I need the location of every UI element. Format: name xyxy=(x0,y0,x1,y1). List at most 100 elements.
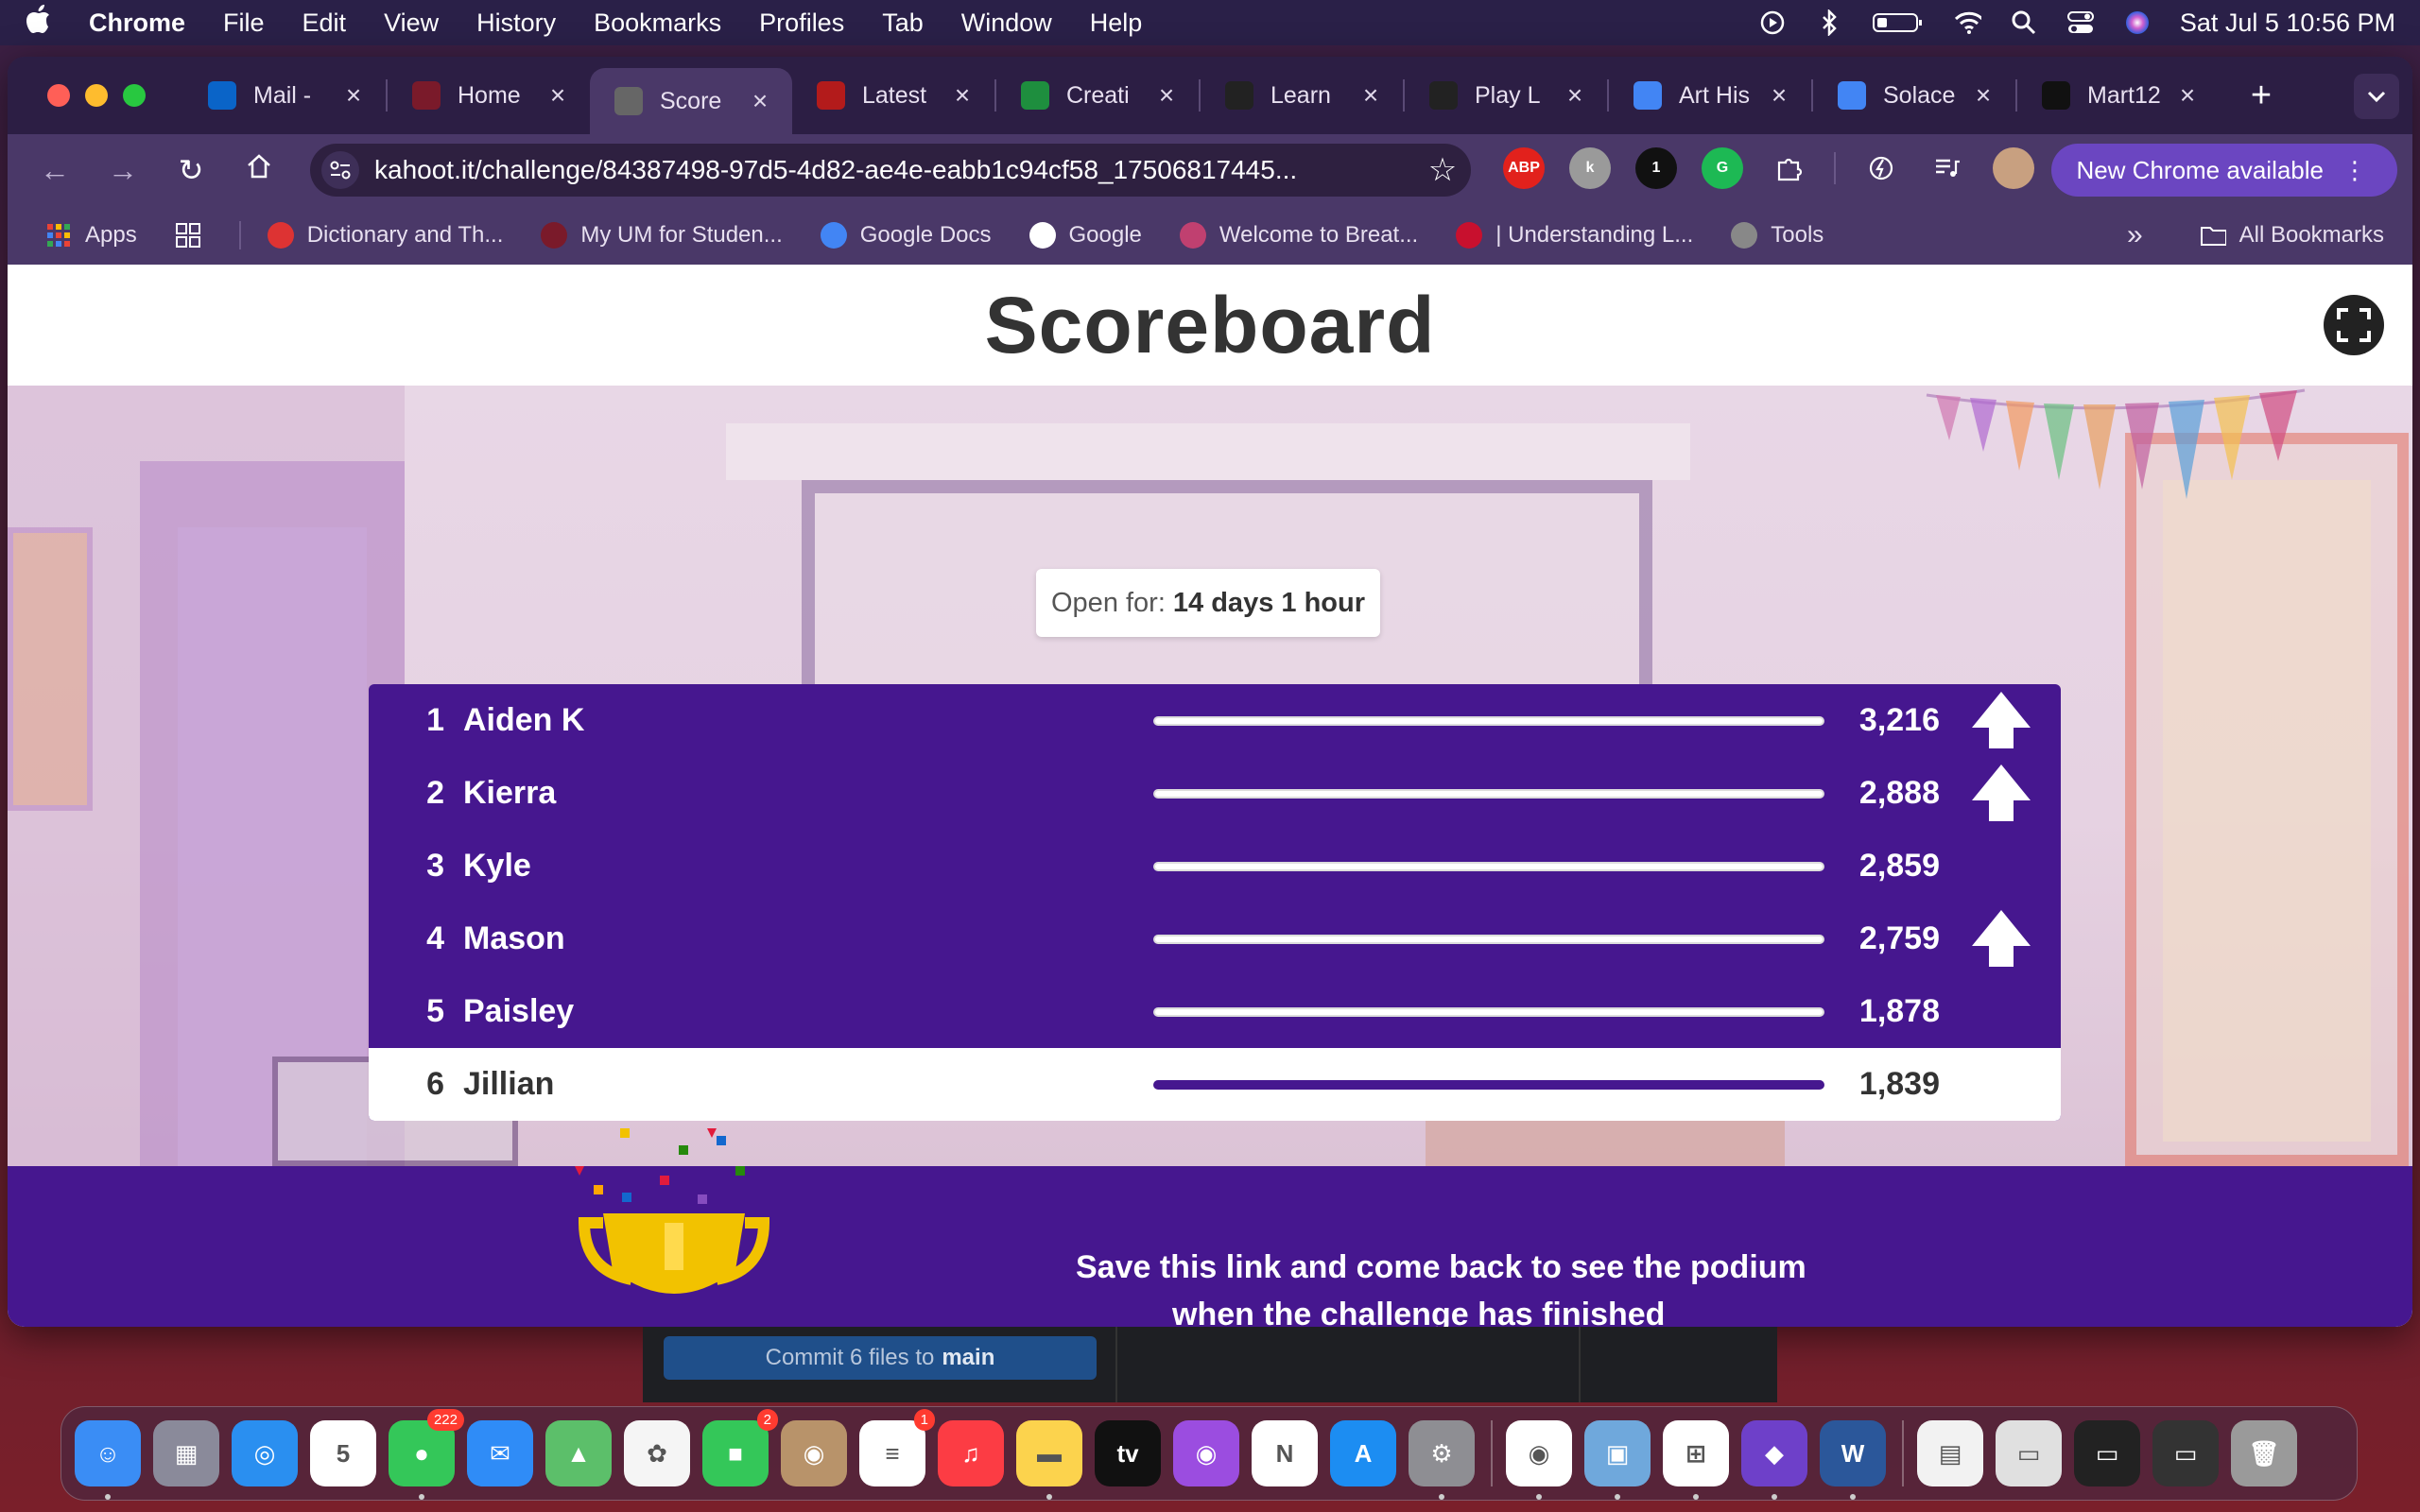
siri-icon[interactable] xyxy=(2123,10,2152,35)
bluetooth-icon[interactable] xyxy=(1815,9,1843,36)
profile-avatar[interactable] xyxy=(1993,147,2034,189)
safari-icon[interactable]: ◎ xyxy=(232,1420,298,1486)
menu-bookmarks[interactable]: Bookmarks xyxy=(594,9,721,37)
new-tab-button[interactable]: + xyxy=(2242,76,2280,116)
menu-profiles[interactable]: Profiles xyxy=(759,9,844,37)
tab-close-icon[interactable]: × xyxy=(1972,80,1995,111)
photos-icon[interactable]: ✿ xyxy=(624,1420,690,1486)
finder-icon[interactable]: ☺ xyxy=(75,1420,141,1500)
tab-close-icon[interactable]: × xyxy=(1564,80,1586,111)
tab-close-icon[interactable]: × xyxy=(1768,80,1790,111)
tab[interactable]: Mail - × xyxy=(183,57,386,134)
menu-history[interactable]: History xyxy=(476,9,556,37)
tab[interactable]: Score × xyxy=(590,68,792,134)
bookmark-apps[interactable]: Apps xyxy=(45,222,137,249)
extension-icon[interactable]: ABP xyxy=(1503,147,1545,189)
bookmark-item[interactable]: Google xyxy=(1028,222,1142,249)
tab-close-icon[interactable]: × xyxy=(951,80,974,111)
tab[interactable]: Latest × xyxy=(792,57,994,134)
bookmark-item[interactable]: Google Docs xyxy=(820,222,992,249)
home-button[interactable] xyxy=(225,152,293,188)
tab-search-button[interactable] xyxy=(2354,74,2399,119)
extension-icon[interactable]: 1 xyxy=(1635,147,1677,189)
music-icon[interactable]: ♫ xyxy=(938,1420,1004,1486)
facetime-icon[interactable]: ■ 2 xyxy=(702,1409,778,1486)
back-button[interactable]: ← xyxy=(21,153,89,188)
mail-icon[interactable]: ✉ xyxy=(467,1420,533,1486)
news-icon[interactable]: N xyxy=(1252,1420,1318,1486)
word-icon[interactable]: W xyxy=(1820,1420,1886,1500)
site-info-icon[interactable] xyxy=(321,151,359,189)
commit-button[interactable]: Commit 6 files to main xyxy=(664,1336,1097,1380)
apple-icon[interactable] xyxy=(25,5,53,41)
menu-view[interactable]: View xyxy=(384,9,439,37)
messages-icon[interactable]: ● 222 xyxy=(389,1409,464,1500)
tab-close-icon[interactable]: × xyxy=(1359,80,1382,111)
bookmark-item[interactable]: My UM for Studen... xyxy=(541,222,783,249)
all-bookmarks-button[interactable]: All Bookmarks xyxy=(2200,222,2384,249)
chrome-icon[interactable]: ◉ xyxy=(1506,1420,1572,1500)
office-installer-icon[interactable]: ⊞ xyxy=(1663,1420,1729,1500)
performance-icon[interactable] xyxy=(1860,147,1902,189)
menu-edit[interactable]: Edit xyxy=(302,9,347,37)
document-icon[interactable]: ▤ xyxy=(1917,1420,1983,1486)
tab-close-icon[interactable]: × xyxy=(749,86,771,116)
menu-file[interactable]: File xyxy=(223,9,265,37)
new-chrome-available-button[interactable]: New Chrome available ⋮ xyxy=(2051,144,2397,197)
tv-icon[interactable]: tv xyxy=(1095,1420,1161,1486)
app-store-icon[interactable]: A xyxy=(1330,1420,1396,1486)
menu-bar-clock[interactable]: Sat Jul 5 10:56 PM xyxy=(2180,9,2395,38)
screenshot-thumb-icon[interactable]: ▭ xyxy=(1996,1420,2062,1486)
menu-tab[interactable]: Tab xyxy=(882,9,924,37)
wifi-icon[interactable] xyxy=(1953,10,1981,35)
calendar-icon[interactable]: 5 xyxy=(310,1420,376,1486)
system-settings-icon[interactable]: ⚙ xyxy=(1409,1420,1475,1500)
tab[interactable]: Mart12 × xyxy=(2017,57,2220,134)
tab-close-icon[interactable]: × xyxy=(546,80,569,111)
launchpad-icon[interactable]: ▦ xyxy=(153,1420,219,1486)
maps-icon[interactable]: ▲ xyxy=(545,1420,612,1486)
reminders-icon[interactable]: ≡ 1 xyxy=(859,1409,935,1486)
bookmark-item[interactable]: Tools xyxy=(1731,222,1824,249)
trash-icon[interactable]: 🗑 xyxy=(2231,1420,2297,1486)
battery-icon[interactable] xyxy=(1872,10,1925,35)
tab-close-icon[interactable]: × xyxy=(1155,80,1178,111)
tab[interactable]: Creati × xyxy=(996,57,1199,134)
extensions-puzzle-icon[interactable] xyxy=(1768,147,1809,189)
tab-close-icon[interactable]: × xyxy=(2176,80,2199,111)
fullscreen-button[interactable] xyxy=(2324,295,2384,355)
address-bar[interactable]: kahoot.it/challenge/84387498-97d5-4d82-a… xyxy=(310,144,1471,197)
extension-icon[interactable]: G xyxy=(1702,147,1743,189)
terminal-thumb-icon[interactable]: ▭ xyxy=(2152,1420,2219,1486)
zoom-window-button[interactable] xyxy=(123,84,146,107)
menu-window[interactable]: Window xyxy=(961,9,1052,37)
preview-icon[interactable]: ▣ xyxy=(1584,1420,1651,1500)
reload-button[interactable]: ↻ xyxy=(157,152,225,188)
extension-icon[interactable]: k xyxy=(1569,147,1611,189)
forward-button[interactable]: → xyxy=(89,153,157,188)
contacts-icon[interactable]: ◉ xyxy=(781,1420,847,1486)
app-name-menu[interactable]: Chrome xyxy=(89,9,185,38)
window-thumb-icon[interactable]: ▭ xyxy=(2074,1420,2140,1486)
github-desktop-icon[interactable]: ◆ xyxy=(1741,1420,1807,1500)
tab[interactable]: Home × xyxy=(388,57,590,134)
media-controls-icon[interactable] xyxy=(1927,147,1968,189)
bookmark-star-icon[interactable]: ☆ xyxy=(1414,151,1471,189)
tab[interactable]: Play L × xyxy=(1405,57,1607,134)
close-window-button[interactable] xyxy=(47,84,70,107)
tab[interactable]: Solace × xyxy=(1813,57,2015,134)
tab-close-icon[interactable]: × xyxy=(342,80,365,111)
bookmark-item[interactable]: Dictionary and Th... xyxy=(267,222,503,249)
menu-help[interactable]: Help xyxy=(1090,9,1143,37)
url-text[interactable]: kahoot.it/challenge/84387498-97d5-4d82-a… xyxy=(374,155,1414,185)
control-center-icon[interactable] xyxy=(2066,10,2095,35)
spotlight-search-icon[interactable] xyxy=(2010,10,2038,35)
podcasts-icon[interactable]: ◉ xyxy=(1173,1420,1239,1486)
minimize-window-button[interactable] xyxy=(85,84,108,107)
bookmark-item[interactable]: Welcome to Breat... xyxy=(1179,222,1418,249)
notes-icon[interactable]: ▬ xyxy=(1016,1420,1082,1500)
tab[interactable]: Art His × xyxy=(1609,57,1811,134)
screen-record-icon[interactable] xyxy=(1758,10,1787,35)
bookmark-item[interactable]: | Understanding L... xyxy=(1456,222,1693,249)
more-bookmarks-chevron-icon[interactable]: » xyxy=(2127,219,2143,251)
